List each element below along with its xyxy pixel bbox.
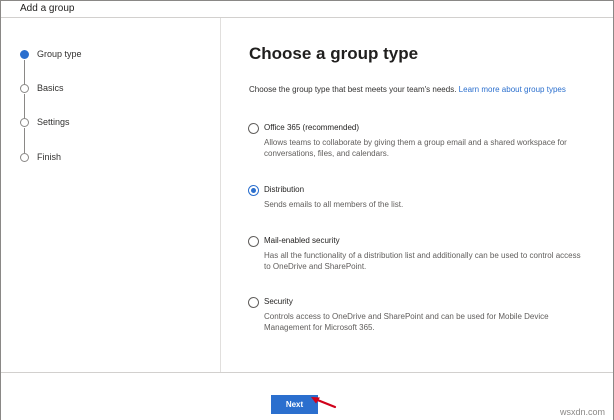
window-title: Add a group [20,3,75,14]
option-label[interactable]: Office 365 (recommended) [264,123,359,132]
option-label[interactable]: Distribution [264,185,304,194]
step-label-basics[interactable]: Basics [37,83,64,93]
option-description: Sends emails to all members of the list. [264,200,404,209]
radio-office-365[interactable] [248,123,259,134]
step-label-finish[interactable]: Finish [37,152,61,162]
step-indicator-settings [20,118,29,127]
option-description: Has all the functionality of a distribut… [264,251,581,271]
radio-mail-enabled-security[interactable] [248,236,259,247]
step-connector [24,94,25,119]
step-indicator-finish [20,153,29,162]
option-label[interactable]: Security [264,297,293,306]
radio-distribution[interactable] [248,185,259,196]
steps-panel: Group type Basics Settings Finish [1,18,221,372]
option-label[interactable]: Mail-enabled security [264,236,340,245]
watermark: wsxdn.com [560,407,606,417]
title-bar: Add a group [1,1,613,18]
main-content: Choose a group type Choose the group typ… [221,18,613,372]
annotation-arrow-icon [311,397,337,409]
option-description: Controls access to OneDrive and SharePoi… [264,312,549,332]
step-indicator-group-type [20,50,29,59]
step-label-group-type[interactable]: Group type [37,49,82,59]
intro-description: Choose the group type that best meets yo… [249,85,457,94]
step-connector [24,128,25,153]
option-description: Allows teams to collaborate by giving th… [264,138,567,158]
step-label-settings[interactable]: Settings [37,117,70,127]
step-connector [24,60,25,85]
intro-text: Choose the group type that best meets yo… [249,85,566,94]
page-title: Choose a group type [249,44,419,63]
learn-more-link[interactable]: Learn more about group types [459,85,566,94]
radio-security[interactable] [248,297,259,308]
step-indicator-basics [20,84,29,93]
